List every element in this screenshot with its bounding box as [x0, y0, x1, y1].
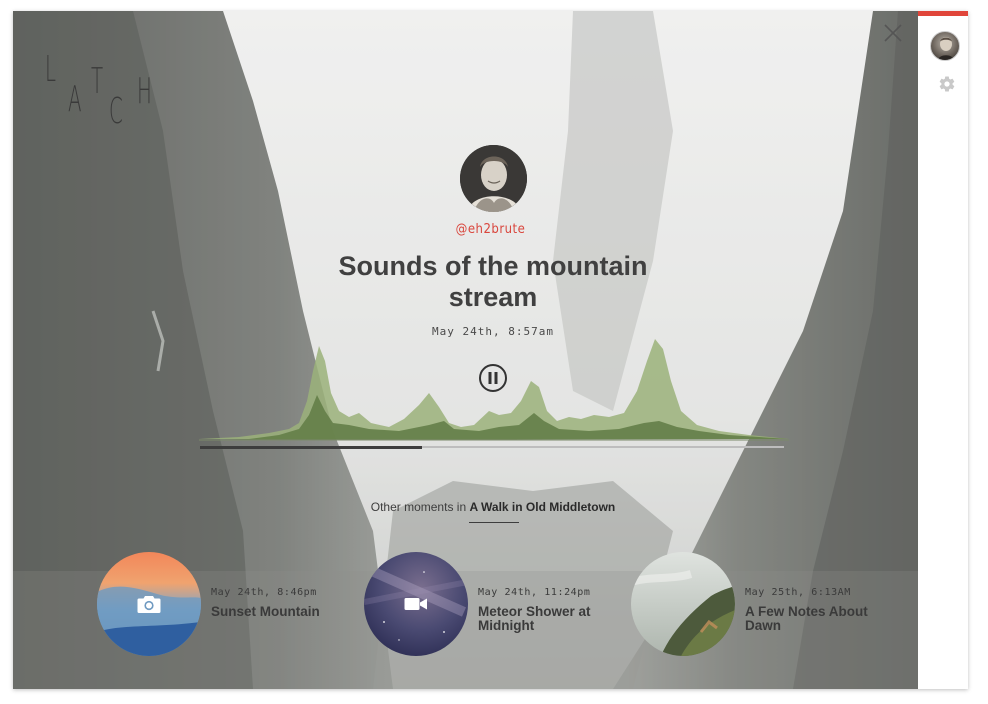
accent-bar: [918, 11, 968, 16]
moment-card[interactable]: May 25th, 6:13AM A Few Notes About Dawn: [631, 552, 871, 657]
moment-card-title: A Few Notes About Dawn: [745, 604, 868, 633]
collection-link[interactable]: A Walk in Old Middletown: [469, 500, 615, 514]
author-avatar[interactable]: [460, 145, 527, 212]
moment-card-date: May 24th, 11:24pm: [478, 587, 591, 598]
progress-fill[interactable]: [200, 446, 422, 449]
other-prefix: Other moments in: [370, 500, 467, 514]
moment-card-title: Sunset Mountain: [211, 604, 320, 619]
pause-icon: [479, 364, 507, 392]
logo-letter: C: [109, 91, 123, 132]
logo-letter: H: [137, 71, 152, 112]
camera-icon: [137, 596, 161, 613]
other-moments-heading: Other moments in A Walk in Old Middletow…: [13, 500, 968, 514]
latch-logo[interactable]: L A T C H: [43, 49, 163, 132]
moment-title: Sounds of the mountain stream: [338, 251, 648, 312]
moment-card[interactable]: May 24th, 11:24pm Meteor Shower at Midni…: [364, 552, 604, 657]
gear-icon[interactable]: [938, 75, 956, 93]
logo-letter: T: [91, 61, 104, 102]
pause-button[interactable]: [478, 363, 508, 393]
video-icon: [404, 598, 427, 610]
moment-card-date: May 25th, 6:13AM: [745, 587, 851, 598]
moment-card-title: Meteor Shower at Midnight: [478, 604, 591, 633]
app-window: L A T C H @eh2brute Sounds of the mounta…: [13, 11, 968, 689]
logo-letter: A: [68, 79, 82, 120]
right-sidebar: [918, 11, 968, 689]
logo-letter: L: [45, 49, 57, 90]
author-handle[interactable]: @eh2brute: [13, 222, 968, 237]
close-icon[interactable]: [881, 21, 905, 45]
user-avatar[interactable]: [930, 31, 960, 61]
moment-card[interactable]: May 24th, 8:46pm Sunset Mountain: [97, 552, 337, 657]
moment-thumbnail: [364, 552, 468, 656]
moment-thumbnail: [631, 552, 735, 656]
moment-thumbnail: [97, 552, 201, 656]
heading-divider: [469, 522, 519, 523]
moment-card-date: May 24th, 8:46pm: [211, 587, 317, 598]
